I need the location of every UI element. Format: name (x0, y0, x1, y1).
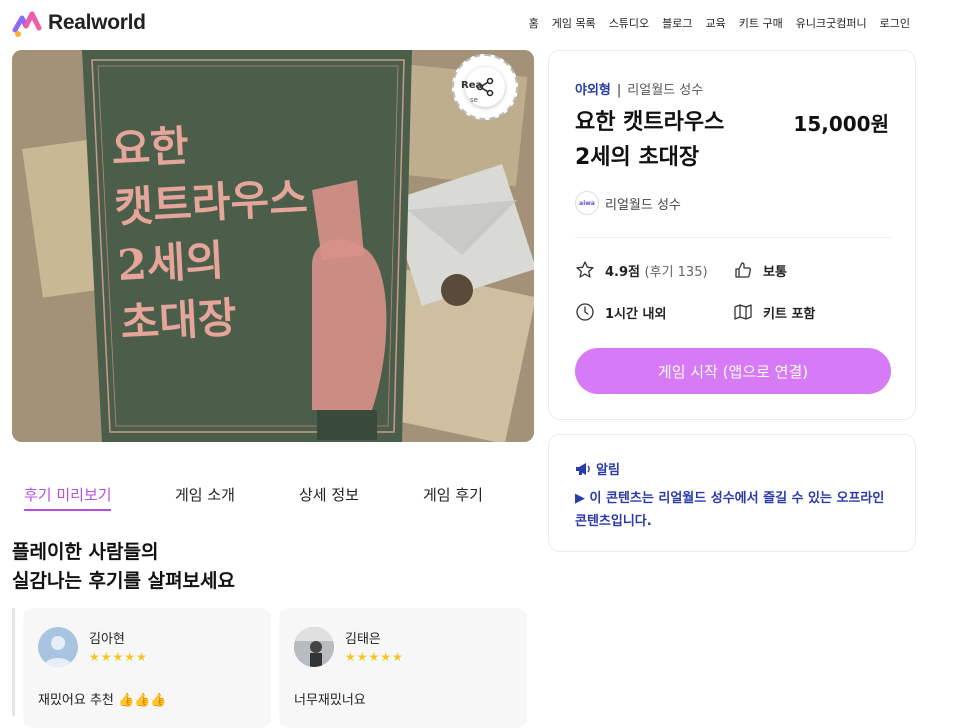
review-count[interactable]: (후기 135) (645, 265, 708, 280)
avatar (38, 627, 78, 667)
game-price: 15,000원 (793, 112, 889, 136)
nav-blog[interactable]: 블로그 (662, 15, 692, 31)
badge-sub-text: se (470, 96, 478, 104)
creator-link[interactable]: aiwa 리얼월드 성수 (575, 191, 681, 215)
nav-kit-purchase[interactable]: 키트 구매 (739, 15, 783, 31)
logo-text: Realworld (48, 11, 146, 34)
user-photo-avatar (294, 627, 334, 667)
realworld-logo-icon (12, 11, 42, 37)
category-line: 야외형 | 리얼월드 성수 (575, 79, 703, 98)
previous-review-card-edge (12, 608, 15, 716)
nav-login[interactable]: 로그인 (880, 15, 910, 31)
kit-info: 키트 포함 (733, 302, 815, 322)
content-tabs: 후기 미리보기 게임 소개 상세 정보 게임 후기 (12, 470, 532, 514)
nav-company[interactable]: 유니크굿컴퍼니 (796, 15, 867, 31)
avatar (294, 627, 334, 667)
notice-card: 알림 ▶ 이 콘텐츠는 리얼월드 성수에서 즐길 수 있는 오프라인 콘텐츠입니… (548, 434, 916, 552)
reviewer-name: 김태은 (345, 632, 381, 647)
tab-game-reviews[interactable]: 게임 후기 (423, 484, 483, 505)
duration-value: 1시간 내외 (605, 306, 667, 322)
creator-logo: aiwa (575, 191, 599, 215)
cover-title-line: 요한 (110, 121, 191, 175)
tab-game-intro[interactable]: 게임 소개 (175, 484, 235, 505)
review-text: 재밌어요 추천 👍👍👍 (38, 693, 167, 708)
review-card[interactable]: 김아현 ★★★★★ 재밌어요 추천 👍👍👍 (23, 608, 271, 728)
clock-icon (576, 303, 594, 321)
game-title-line: 요한 캣트라우스 (575, 110, 725, 135)
notice-title: 알림 (575, 459, 620, 478)
rating-value: 4.9점 (605, 264, 640, 280)
duration-info: 1시간 내외 (575, 302, 666, 322)
nav-game-list[interactable]: 게임 목록 (552, 15, 596, 31)
location-label: 리얼월드 성수 (627, 83, 704, 98)
kit-value: 키트 포함 (763, 306, 816, 322)
nav-home[interactable]: 홈 (529, 15, 539, 31)
cover-title-line: 캣트라우스 (113, 173, 309, 233)
tab-review-preview[interactable]: 후기 미리보기 (24, 484, 112, 505)
review-card[interactable]: 김태은 ★★★★★ 너무재밌너요 (279, 608, 527, 728)
review-section-heading: 플레이한 사람들의 실감나는 후기를 살펴보세요 (12, 538, 235, 596)
rating-stars: ★★★★★ (345, 650, 404, 664)
review-heading-line: 플레이한 사람들의 (12, 541, 159, 563)
notice-title-text: 알림 (596, 463, 620, 478)
thumbs-up-icon (735, 262, 751, 278)
cover-title: 요한 캣트라우스 2세의 초대장 (110, 111, 315, 353)
game-title-line: 2세의 초대장 (575, 145, 700, 170)
cover-title-line: 초대장 (119, 292, 238, 348)
map-icon (734, 304, 752, 320)
star-outline-icon (576, 261, 594, 278)
reviewer-name: 김아현 (89, 632, 125, 647)
category-separator: | (616, 83, 622, 98)
difficulty-info: 보통 (733, 260, 787, 280)
review-heading-line: 실감나는 후기를 살펴보세요 (12, 570, 235, 592)
divider (575, 237, 891, 238)
badge-text: Rea (461, 80, 483, 91)
start-game-button[interactable]: 게임 시작 (앱으로 연결) (575, 348, 891, 394)
active-tab-indicator (24, 509, 111, 511)
category-label: 야외형 (575, 83, 611, 98)
nav-education[interactable]: 교육 (706, 15, 726, 31)
tab-details[interactable]: 상세 정보 (299, 484, 359, 505)
realworld-logo[interactable]: Realworld (12, 8, 146, 38)
game-cover-image: 요한 캣트라우스 2세의 초대장 (12, 50, 534, 442)
cover-title-line: 2세의 (116, 235, 226, 290)
creator-name: 리얼월드 성수 (605, 197, 681, 213)
megaphone-icon (576, 462, 590, 475)
review-text: 너무재밌너요 (294, 693, 366, 708)
game-info-card: 야외형 | 리얼월드 성수 요한 캣트라우스 2세의 초대장 15,000원 aiw… (548, 50, 916, 420)
game-title: 요한 캣트라우스 2세의 초대장 (575, 105, 785, 175)
rating-stars: ★★★★★ (89, 650, 148, 664)
rating-info: 4.9점 (후기 135) (575, 260, 708, 280)
default-avatar-icon (44, 636, 72, 667)
top-nav: 홈 게임 목록 스튜디오 블로그 교육 키트 구매 유니크굿컴퍼니 로그인 (529, 15, 910, 31)
header: Realworld 홈 게임 목록 스튜디오 블로그 교육 키트 구매 유니크굿… (0, 0, 966, 46)
nav-studio[interactable]: 스튜디오 (609, 15, 649, 31)
difficulty-value: 보통 (763, 264, 787, 280)
notice-text: ▶ 이 콘텐츠는 리얼월드 성수에서 즐길 수 있는 오프라인 콘텐츠입니다. (575, 491, 885, 529)
share-button-wrapper: Rea se (452, 54, 518, 120)
